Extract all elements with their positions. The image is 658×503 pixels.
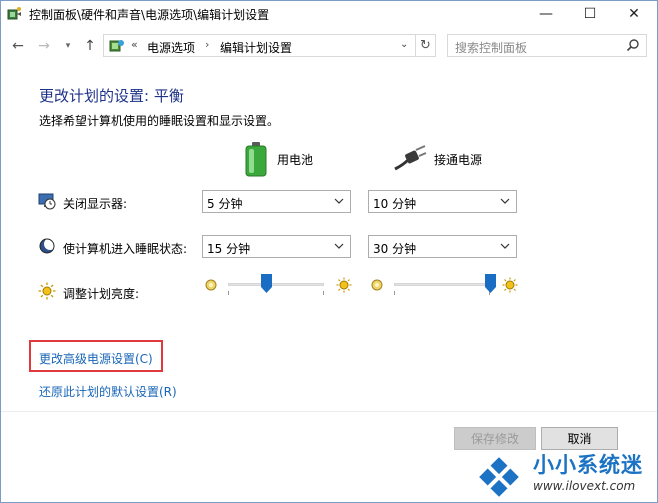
page-description: 选择希望计算机使用的睡眠设置和显示设置。: [39, 114, 280, 128]
watermark-url: www.ilovext.com: [533, 479, 636, 493]
refresh-button[interactable]: ↻: [416, 34, 436, 57]
search-input[interactable]: 搜索控制面板: [447, 34, 647, 57]
brightness-battery-slider[interactable]: [202, 274, 354, 296]
sleep-battery-select[interactable]: 15 分钟: [202, 235, 351, 258]
breadcrumb-edit-plan[interactable]: 编辑计划设置: [220, 39, 292, 56]
slider-thumb[interactable]: [484, 274, 496, 293]
slider-track[interactable]: [228, 283, 324, 286]
display-off-label: 关闭显示器:: [63, 197, 128, 211]
battery-icon: [245, 142, 267, 177]
navigation-bar: ← → ▾ ↑ « 电源选项 › 编辑计划设置 ⌄ ↻ 搜索控制面板: [1, 31, 657, 61]
chevron-down-icon: [334, 243, 344, 249]
page-title: 更改计划的设置: 平衡: [39, 87, 184, 105]
brightness-label: 调整计划亮度:: [63, 287, 140, 301]
sun-icon: [38, 282, 56, 300]
power-plan-window: 控制面板\硬件和声音\电源选项\编辑计划设置 — ☐ ✕ ← → ▾ ↑ « 电…: [0, 0, 658, 503]
monitor-clock-icon: [38, 193, 56, 210]
advanced-power-settings-link[interactable]: 更改高级电源设置(C): [39, 350, 153, 367]
moon-icon: [39, 238, 56, 254]
display-off-battery-select[interactable]: 5 分钟: [202, 190, 351, 213]
display-off-plugged-select[interactable]: 10 分钟: [368, 190, 517, 213]
select-value: 10 分钟: [373, 197, 417, 211]
up-button[interactable]: ↑: [81, 36, 99, 56]
maximize-button[interactable]: ☐: [568, 1, 612, 27]
select-value: 5 分钟: [207, 197, 243, 211]
bright-sun-icon: [336, 277, 352, 293]
sleep-plugged-select[interactable]: 30 分钟: [368, 235, 517, 258]
watermark: 小小系统迷 www.ilovext.com: [471, 441, 657, 503]
slider-ticks: [394, 291, 490, 295]
battery-column-label: 用电池: [277, 153, 314, 167]
breadcrumb-power-options[interactable]: 电源选项: [147, 39, 195, 56]
breadcrumb-separator[interactable]: ›: [205, 38, 209, 51]
power-options-icon: [7, 7, 21, 20]
slider-track[interactable]: [394, 283, 490, 286]
address-dropdown-icon[interactable]: ⌄: [400, 39, 408, 50]
brightness-plugged-slider[interactable]: [368, 274, 520, 296]
recent-locations-button[interactable]: ▾: [59, 36, 77, 56]
forward-button[interactable]: →: [35, 36, 53, 56]
watermark-logo-icon: [479, 457, 519, 497]
control-panel-icon: [109, 40, 124, 52]
sleep-label: 使计算机进入睡眠状态:: [63, 242, 188, 256]
select-value: 15 分钟: [207, 242, 251, 256]
restore-defaults-link[interactable]: 还原此计划的默认设置(R): [39, 383, 177, 400]
slider-ticks: [228, 291, 324, 295]
dim-sun-icon: [205, 279, 217, 291]
power-plug-icon: [394, 145, 427, 171]
search-placeholder: 搜索控制面板: [455, 41, 528, 55]
minimize-button[interactable]: —: [524, 1, 568, 27]
watermark-title: 小小系统迷: [533, 453, 643, 477]
breadcrumb-overflow[interactable]: «: [131, 38, 138, 51]
footer-divider: [1, 411, 657, 412]
chevron-down-icon: [500, 243, 510, 249]
chevron-down-icon: [500, 198, 510, 204]
bright-sun-icon: [502, 277, 518, 293]
title-bar[interactable]: 控制面板\硬件和声音\电源选项\编辑计划设置 — ☐ ✕: [1, 1, 657, 27]
search-icon[interactable]: [626, 38, 640, 52]
close-button[interactable]: ✕: [612, 1, 656, 27]
back-button[interactable]: ←: [9, 36, 27, 56]
select-value: 30 分钟: [373, 242, 417, 256]
window-title: 控制面板\硬件和声音\电源选项\编辑计划设置: [29, 8, 270, 22]
chevron-down-icon: [334, 198, 344, 204]
dim-sun-icon: [371, 279, 383, 291]
slider-thumb[interactable]: [260, 274, 272, 293]
plugged-in-column-label: 接通电源: [434, 153, 483, 167]
address-bar[interactable]: « 电源选项 › 编辑计划设置 ⌄: [103, 34, 416, 57]
